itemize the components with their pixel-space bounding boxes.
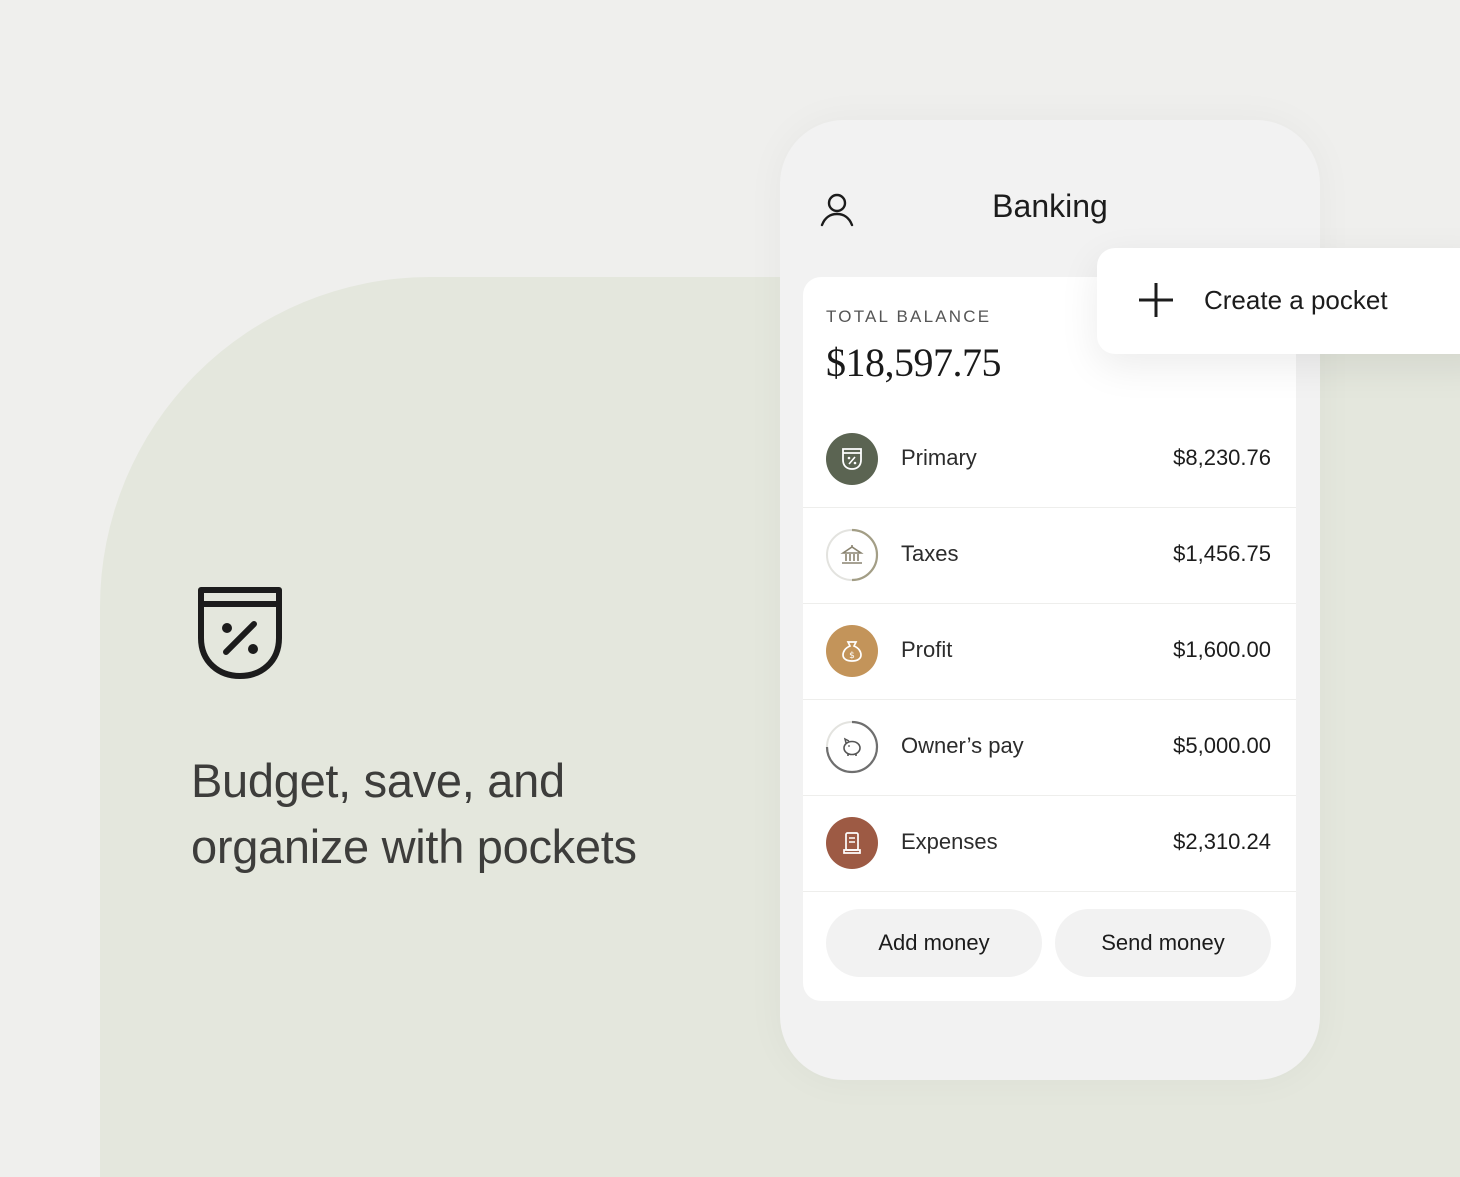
piggy-bank-icon	[825, 720, 879, 774]
government-building-icon	[826, 528, 879, 582]
pocket-name: Taxes	[901, 541, 959, 566]
pocket-list: Primary $8,230.76 Taxes $1,456.75 $ Prof…	[803, 412, 1296, 892]
svg-text:$: $	[849, 651, 855, 661]
pocket-name: Profit	[901, 637, 953, 662]
pocket-amount: $8,230.76	[1173, 445, 1271, 470]
hero-line-2: organize with pockets	[191, 820, 637, 873]
total-balance-value: $18,597.75	[826, 340, 1002, 385]
pocket-row-taxes[interactable]: Taxes $1,456.75	[803, 508, 1296, 604]
pocket-amount: $1,600.00	[1173, 637, 1271, 662]
hero-headline: Budget, save, and organize with pockets	[191, 748, 751, 880]
pocket-name: Owner’s pay	[901, 733, 1024, 758]
balance-card: TOTAL BALANCE $18,597.75 Primary $8,230.…	[803, 277, 1296, 1001]
pocket-amount: $5,000.00	[1173, 733, 1271, 758]
receipt-icon	[826, 817, 878, 869]
plus-icon	[1139, 283, 1173, 317]
pocket-amount: $2,310.24	[1173, 829, 1271, 854]
page-title-text: Banking	[992, 188, 1108, 224]
money-bag-icon: $	[826, 625, 878, 677]
pocket-percent-icon	[826, 433, 878, 485]
pocket-row-profit[interactable]: $ Profit $1,600.00	[803, 604, 1296, 700]
hero-line-1: Budget, save, and	[191, 754, 565, 807]
create-pocket-button[interactable]: Create a pocket	[1097, 248, 1460, 354]
page-title: Banking	[780, 188, 1320, 225]
pocket-name: Primary	[901, 445, 977, 470]
pocket-name: Expenses	[901, 829, 998, 854]
pocket-row-expenses[interactable]: Expenses $2,310.24	[803, 796, 1296, 892]
pocket-percent-icon	[198, 587, 282, 679]
pocket-amount: $1,456.75	[1173, 541, 1271, 566]
pocket-row-owners-pay[interactable]: Owner’s pay $5,000.00	[803, 700, 1296, 796]
send-money-button[interactable]: Send money	[1055, 909, 1271, 977]
pocket-row-primary[interactable]: Primary $8,230.76	[803, 412, 1296, 508]
add-money-button[interactable]: Add money	[826, 909, 1042, 977]
create-pocket-label: Create a pocket	[1204, 285, 1388, 315]
total-balance-label: TOTAL BALANCE	[826, 307, 992, 326]
